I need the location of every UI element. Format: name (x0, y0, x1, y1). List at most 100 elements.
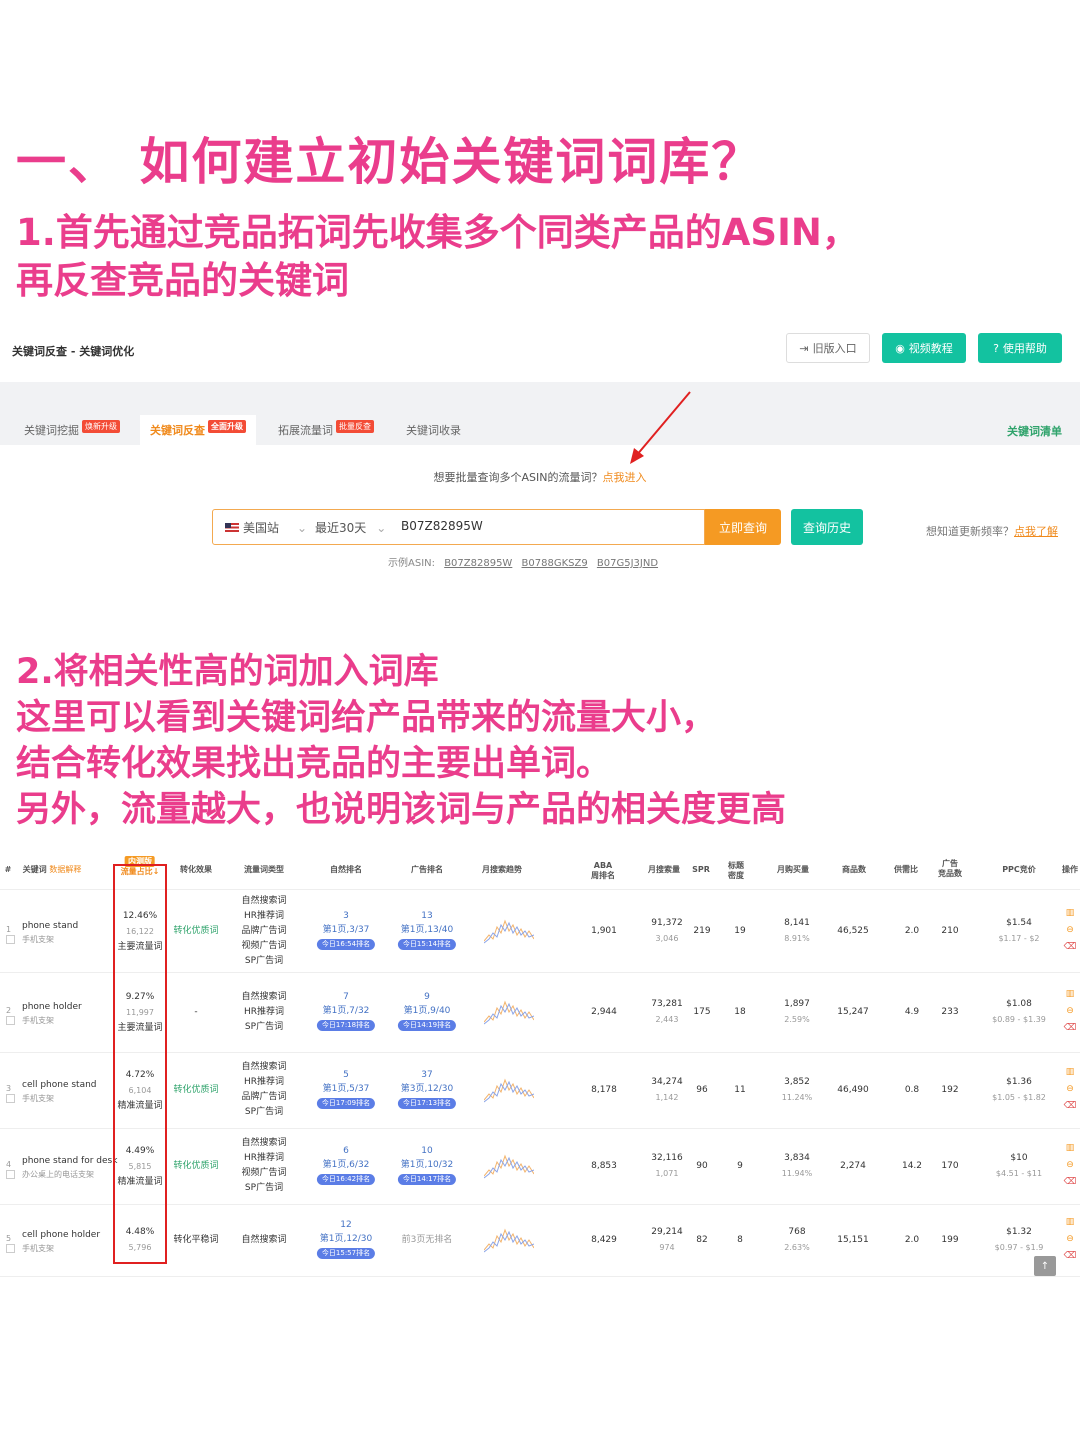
monthly-search-volume: 73,281 2,443 (651, 999, 683, 1024)
product-count: 2,274 (840, 1161, 866, 1171)
organic-rank[interactable]: 6 第1页,6/32 今日16:42排名 (316, 1144, 376, 1186)
login-icon: ⇥ (799, 341, 809, 355)
tab-expand-traffic[interactable]: 拓展流量词 批量反查 (268, 415, 384, 445)
period-select[interactable]: 最近30天 ⌄ (315, 519, 386, 536)
traffic-type-item: HR推荐词 (243, 910, 285, 921)
chart-icon[interactable]: ▥ (1066, 1217, 1075, 1227)
row-index: 3 (6, 1084, 12, 1093)
delete-icon[interactable]: ⌫ (1064, 1177, 1077, 1187)
supply-demand-ratio: 2.0 (904, 1235, 920, 1245)
col-ppc[interactable]: PPC竞价 (1002, 865, 1036, 875)
example-asin-link[interactable]: B07G5J3JND (597, 558, 658, 569)
search-trend-sparkline[interactable] (484, 1072, 534, 1108)
query-button[interactable]: 立即查询 (705, 509, 781, 545)
search-trend-sparkline[interactable] (484, 994, 534, 1030)
search-trend-sparkline[interactable] (484, 913, 534, 949)
monthly-search-volume: 91,372 3,046 (651, 918, 683, 943)
help-button[interactable]: ? 使用帮助 (978, 333, 1062, 363)
tab-keyword-index[interactable]: 关键词收录 (396, 415, 471, 445)
spr-value: 96 (696, 1085, 708, 1095)
product-count: 46,525 (837, 926, 869, 936)
product-count: 15,247 (837, 1007, 869, 1017)
history-button[interactable]: 查询历史 (791, 509, 863, 545)
more-icon[interactable]: ⊖ (1066, 1084, 1074, 1094)
col-search-volume[interactable]: 月搜索量 (648, 865, 680, 875)
more-icon[interactable]: ⊖ (1066, 1160, 1074, 1170)
search-bar: 美国站 ⌄ 最近30天 ⌄ B07Z82895W (212, 509, 705, 545)
keyword-text[interactable]: phone holder (22, 1002, 82, 1012)
col-spr[interactable]: SPR (692, 865, 710, 875)
row-actions: ▥ ⊖ ⌫ (1063, 1214, 1077, 1265)
frequency-link[interactable]: 点我了解 (1014, 525, 1058, 538)
chart-icon[interactable]: ▥ (1066, 908, 1075, 918)
data-explain-link[interactable]: 数据解释 (49, 865, 81, 874)
row-checkbox[interactable] (6, 1016, 15, 1025)
col-products[interactable]: 商品数 (842, 865, 866, 875)
organic-rank[interactable]: 7 第1页,7/32 今日17:18排名 (316, 990, 376, 1032)
col-aba-rank[interactable]: ABA 周排名 (591, 861, 615, 881)
row-checkbox[interactable] (6, 1094, 15, 1103)
search-trend-sparkline[interactable] (484, 1222, 534, 1258)
col-supply-demand[interactable]: 供需比 (894, 865, 918, 875)
rank-time-badge: 今日15:14排名 (397, 939, 457, 950)
tab-badge: 批量反查 (336, 419, 374, 433)
step2-line3: 结合转化效果找出竞品的主要出单词。 (16, 744, 612, 784)
col-purchases[interactable]: 月购买量 (777, 865, 809, 875)
batch-entry-link[interactable]: 点我进入 (602, 471, 646, 484)
product-count: 15,151 (837, 1235, 869, 1245)
keyword-list-link[interactable]: 关键词清单 (1007, 423, 1062, 439)
video-tutorial-button[interactable]: ◉ 视频教程 (882, 333, 966, 363)
scroll-top-button[interactable]: ↑ (1034, 1256, 1056, 1276)
ad-rank[interactable]: 10 第1页,10/32 今日14:17排名 (397, 1144, 457, 1186)
ad-rank[interactable]: 13 第1页,13/40 今日15:14排名 (397, 909, 457, 951)
delete-icon[interactable]: ⌫ (1064, 1251, 1077, 1261)
col-keyword[interactable]: 关键词 数据解释 (23, 865, 82, 875)
example-asin-link[interactable]: B0788GKSZ9 (522, 558, 588, 569)
col-ad-competitors[interactable]: 广告 竞品数 (938, 859, 962, 879)
col-search-trend: 月搜索趋势 (482, 865, 522, 874)
supply-demand-ratio: 4.9 (904, 1007, 920, 1017)
row-checkbox[interactable] (6, 1244, 15, 1253)
tab-keyword-mining[interactable]: 关键词挖掘 焕新升级 (14, 415, 130, 445)
more-icon[interactable]: ⊖ (1066, 1234, 1074, 1244)
delete-icon[interactable]: ⌫ (1064, 1023, 1077, 1033)
delete-icon[interactable]: ⌫ (1064, 942, 1077, 952)
tab-keyword-reverse[interactable]: 关键词反查 全面升级 (140, 415, 256, 445)
rank-time-badge: 今日14:19排名 (397, 1020, 457, 1031)
asin-input[interactable]: B07Z82895W (401, 519, 483, 533)
chevron-down-icon: ⌄ (297, 520, 308, 535)
more-icon[interactable]: ⊖ (1066, 925, 1074, 935)
chart-icon[interactable]: ▥ (1066, 1067, 1075, 1077)
organic-rank[interactable]: 3 第1页,3/37 今日16:54排名 (316, 909, 376, 951)
col-organic-rank: 自然排名 (330, 865, 362, 874)
breadcrumb: 关键词反查 - 关键词优化 (12, 345, 135, 358)
row-checkbox[interactable] (6, 935, 15, 944)
ad-competitor-count: 199 (941, 1235, 959, 1245)
more-icon[interactable]: ⊖ (1066, 1006, 1074, 1016)
chart-icon[interactable]: ▥ (1066, 1143, 1075, 1153)
rank-time-badge: 今日16:54排名 (316, 939, 376, 950)
title-density: 19 (734, 926, 746, 936)
col-index: # (4, 865, 12, 874)
organic-rank[interactable]: 5 第1页,5/37 今日17:09排名 (316, 1068, 376, 1110)
keyword-text[interactable]: phone stand (22, 921, 78, 931)
chart-icon[interactable]: ▥ (1066, 989, 1075, 999)
ppc-bid: $1.36 $1.05 - $1.82 (992, 1077, 1046, 1102)
delete-icon[interactable]: ⌫ (1064, 1101, 1077, 1111)
ppc-bid: $1.08 $0.89 - $1.39 (992, 999, 1046, 1024)
keyword-text[interactable]: phone stand for desk (22, 1156, 117, 1166)
col-title-density[interactable]: 标题 密度 (728, 861, 744, 881)
ad-rank[interactable]: 9 第1页,9/40 今日14:19排名 (397, 990, 457, 1032)
keyword-text[interactable]: cell phone stand (22, 1080, 97, 1090)
row-checkbox[interactable] (6, 1170, 15, 1179)
search-trend-sparkline[interactable] (484, 1148, 534, 1184)
old-version-button[interactable]: ⇥ 旧版入口 (786, 333, 870, 363)
organic-rank[interactable]: 12 第1页,12/30 今日15:57排名 (316, 1218, 376, 1260)
conversion-effect: 转化优质词 (173, 1161, 219, 1171)
tab-strip: 关键词挖掘 焕新升级 关键词反查 全面升级 拓展流量词 批量反查 关键词收录 关键词清… (0, 382, 1080, 445)
example-asin-link[interactable]: B07Z82895W (444, 558, 512, 569)
keyword-text[interactable]: cell phone holder (22, 1230, 100, 1240)
aba-rank: 8,178 (591, 1085, 617, 1095)
site-select[interactable]: 美国站 ⌄ (225, 519, 307, 536)
ad-rank[interactable]: 37 第3页,12/30 今日17:13排名 (397, 1068, 457, 1110)
